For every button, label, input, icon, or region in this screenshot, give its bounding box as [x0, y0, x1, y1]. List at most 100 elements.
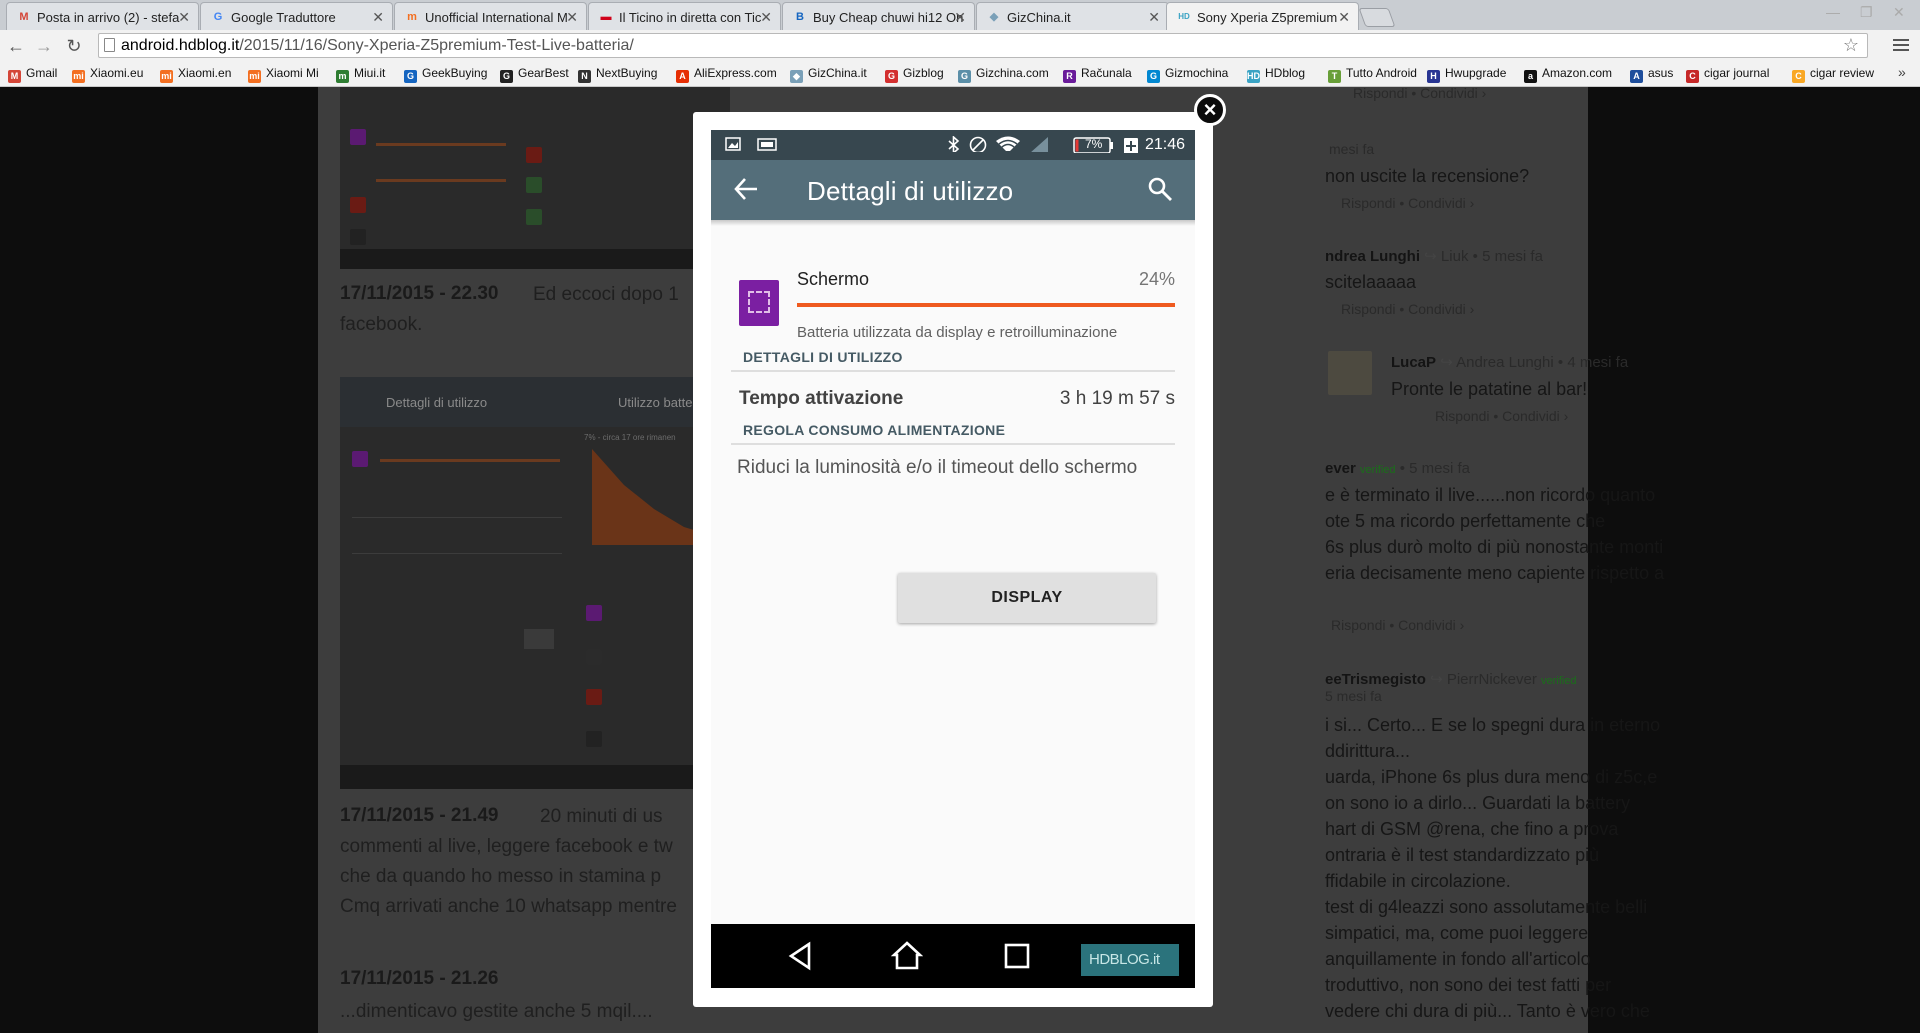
reply-to[interactable]: Liuk	[1441, 248, 1469, 265]
bookmark-item[interactable]: M Gmail	[8, 66, 57, 83]
app-description: Batteria utilizzata da display e retroil…	[797, 324, 1118, 341]
usage-progress-fill	[797, 303, 1175, 307]
comment-text: eria decisamente meno capiente rispetto …	[1325, 563, 1665, 583]
bookmark-item[interactable]: A AliExpress.com	[676, 66, 777, 83]
actionbar-shadow	[711, 220, 1195, 226]
minimize-icon[interactable]: —	[1826, 4, 1840, 20]
chrome-menu-icon[interactable]	[1893, 36, 1909, 54]
close-tab-icon[interactable]: ✕	[178, 9, 190, 26]
bookmark-item[interactable]: Aasus	[1630, 66, 1673, 83]
android-status-bar: 7% 21:46	[711, 130, 1195, 160]
bookmark-item[interactable]: HD HDblog	[1247, 66, 1305, 83]
comment-text: non uscite la recensione?	[1325, 166, 1530, 186]
tab-geekbuying[interactable]: B Buy Cheap chuwi hi12 On ✕	[782, 2, 975, 30]
screen-icon	[352, 451, 368, 467]
forward-arrow-icon[interactable]: →	[33, 35, 55, 57]
comment-text: hart di GSM @rena, che fino a prova	[1325, 819, 1619, 839]
article-screenshot-top[interactable]	[340, 87, 730, 269]
comment-text: anquillamente in fondo all'articolo	[1325, 949, 1591, 969]
bookmark-item[interactable]: G Gizblog	[885, 66, 944, 83]
bookmark-item[interactable]: N NextBuying	[578, 66, 657, 83]
comment-actions[interactable]: Rispondi • Condividi ›	[1341, 195, 1474, 211]
bookmark-label: Gizmochina	[1165, 66, 1229, 80]
back-arrow-icon[interactable]	[733, 176, 759, 202]
comment-text: ote 5 ma ricordo perfettamente che	[1325, 511, 1606, 531]
tab-hdblog-active[interactable]: HD Sony Xperia Z5premium ✕	[1166, 2, 1359, 30]
new-tab-button[interactable]	[1358, 8, 1396, 27]
tab-gmail[interactable]: M Posta in arrivo (2) - stefa ✕	[6, 2, 199, 30]
bookmark-item[interactable]: R Računala	[1063, 66, 1132, 83]
reply-arrow-icon: ↪	[1424, 248, 1437, 265]
bookmark-item[interactable]: Ccigar review	[1792, 66, 1874, 83]
power-hint-text: Riduci la luminosità e/o il timeout dell…	[737, 457, 1138, 478]
bookmark-item[interactable]: T Tutto Android	[1328, 66, 1417, 83]
charging-plus-icon	[1124, 138, 1138, 153]
miui-icon: m	[407, 11, 417, 23]
close-window-icon[interactable]: ✕	[1893, 4, 1905, 21]
bookmark-item[interactable]: ◆ GizChina.it	[790, 66, 867, 83]
search-icon[interactable]	[1147, 176, 1173, 202]
comment-author[interactable]: ever	[1325, 460, 1356, 477]
divider	[731, 370, 1175, 372]
post-date: 17/11/2015 - 21.26	[340, 968, 499, 989]
android-navbar	[340, 249, 730, 269]
phone-screenshot: 7% 21:46 Dettagli di utilizzo Schermo 24…	[711, 130, 1195, 988]
maximize-icon[interactable]: ❐	[1860, 4, 1873, 21]
screen-fullscreen-icon	[739, 280, 779, 326]
usage-bar	[376, 143, 506, 146]
nav-back-icon[interactable]	[785, 940, 817, 972]
comment-time: 5 mesi fa	[1325, 688, 1382, 704]
bookmark-item[interactable]: G Gizchina.com	[958, 66, 1049, 83]
comment-author[interactable]: ndrea Lunghi	[1325, 248, 1420, 265]
tab-miui[interactable]: m Unofficial International M ✕	[394, 2, 587, 30]
bookmark-favicon-icon: R	[1063, 70, 1076, 83]
bookmark-item[interactable]: mi Xiaomi Mi	[248, 66, 319, 83]
nav-recents-icon[interactable]	[1001, 940, 1033, 972]
close-lightbox-button[interactable]: ×	[1194, 94, 1226, 126]
reply-to[interactable]: Andrea Lunghi	[1456, 354, 1554, 371]
bookmark-item[interactable]: G Gizmochina	[1147, 66, 1228, 83]
comment-actions[interactable]: Rispondi • Condividi ›	[1435, 408, 1568, 424]
reload-icon[interactable]: ↻	[63, 35, 85, 57]
bookmark-item[interactable]: mi Xiaomi.en	[160, 66, 231, 83]
image-lightbox: 7% 21:46 Dettagli di utilizzo Schermo 24…	[693, 112, 1213, 1007]
display-button	[524, 629, 554, 649]
close-tab-icon[interactable]: ✕	[1338, 9, 1350, 26]
comment-author[interactable]: eeTrismegisto	[1325, 671, 1426, 688]
comment-actions[interactable]: Rispondi • Condividi ›	[1353, 87, 1486, 101]
close-tab-icon[interactable]: ✕	[760, 9, 772, 26]
bookmark-item[interactable]: G GearBest	[500, 66, 569, 83]
bookmark-item[interactable]: mi Xiaomi.eu	[72, 66, 143, 83]
bookmark-label: Gizchina.com	[976, 66, 1049, 80]
article-screenshot-battery[interactable]: Dettagli di utilizzo Utilizzo batte 7% -…	[340, 377, 730, 789]
bookmark-star-icon[interactable]: ☆	[1843, 34, 1859, 57]
comment-actions[interactable]: Rispondi • Condividi ›	[1341, 301, 1474, 317]
close-tab-icon[interactable]: ✕	[372, 9, 384, 26]
bookmark-item[interactable]: H Hwupgrade	[1427, 66, 1506, 83]
nav-home-icon[interactable]	[891, 940, 923, 972]
back-arrow-icon[interactable]: ←	[5, 35, 27, 57]
close-tab-icon[interactable]: ✕	[566, 9, 578, 26]
reply-to[interactable]: PierrNickever	[1447, 671, 1537, 688]
close-tab-icon[interactable]: ✕	[1148, 9, 1160, 26]
tab-ticino[interactable]: ▬ Il Ticino in diretta con Tic ✕	[588, 2, 781, 30]
tab-google-translate[interactable]: G Google Traduttore ✕	[200, 2, 393, 30]
bookmark-item[interactable]: G GeekBuying	[404, 66, 487, 83]
comment-actions[interactable]: Rispondi • Condividi ›	[1331, 617, 1464, 633]
comment-author[interactable]: LucaP	[1391, 354, 1436, 371]
bookmark-item[interactable]: m Miui.it	[336, 66, 385, 83]
bookmark-item[interactable]: a Amazon.com	[1524, 66, 1612, 83]
tab-gizchina[interactable]: ◆ GizChina.it ✕	[976, 2, 1169, 30]
url-host: android.hdblog.it	[121, 37, 240, 54]
address-bar[interactable]: android.hdblog.it/2015/11/16/Sony-Xperia…	[98, 33, 1868, 58]
avatar[interactable]	[1328, 351, 1372, 395]
bookmark-favicon-icon: mi	[72, 70, 85, 83]
bookmark-favicon-icon: a	[1524, 70, 1537, 83]
close-tab-icon[interactable]: ✕	[954, 9, 966, 26]
android-icon	[350, 229, 366, 245]
bookmark-item[interactable]: Ccigar journal	[1686, 66, 1769, 83]
comment-header: eeTrismegisto ↪ PierrNickever verified	[1325, 670, 1576, 688]
cellular-signal-icon	[1031, 137, 1048, 152]
display-settings-button[interactable]: DISPLAY	[898, 573, 1156, 623]
more-bookmarks-icon[interactable]: »	[1898, 64, 1906, 80]
